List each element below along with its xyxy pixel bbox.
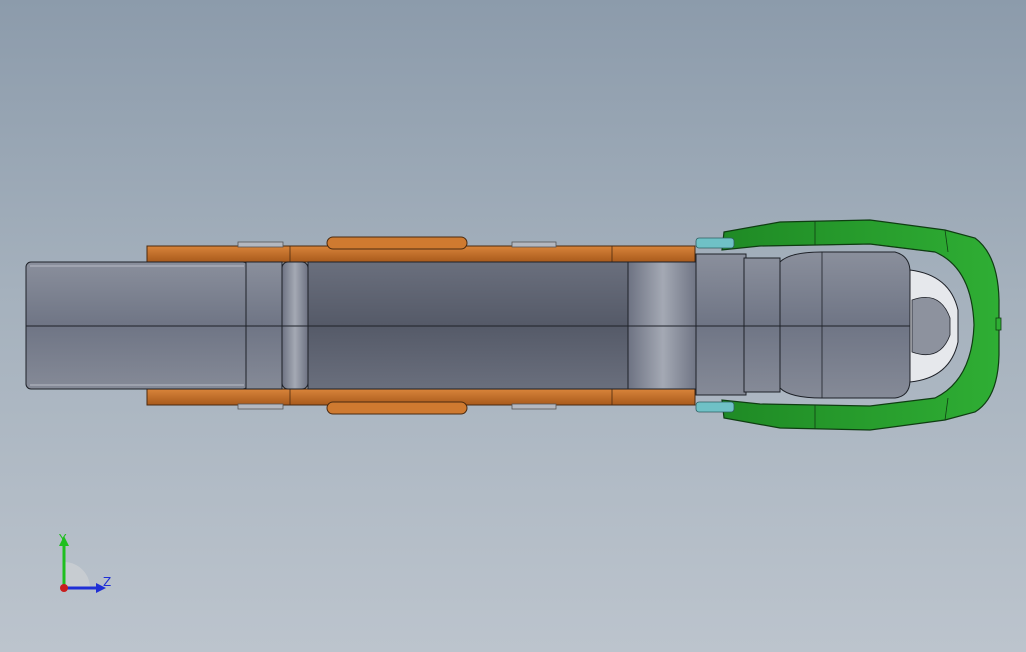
triad-y-label: Y (59, 532, 67, 546)
handle-body[interactable] (25, 251, 959, 399)
triad-z-label: Z (103, 575, 112, 589)
graphics-viewport[interactable]: Y Z (0, 0, 1026, 652)
toggle-clamp-model[interactable] (0, 0, 1026, 652)
